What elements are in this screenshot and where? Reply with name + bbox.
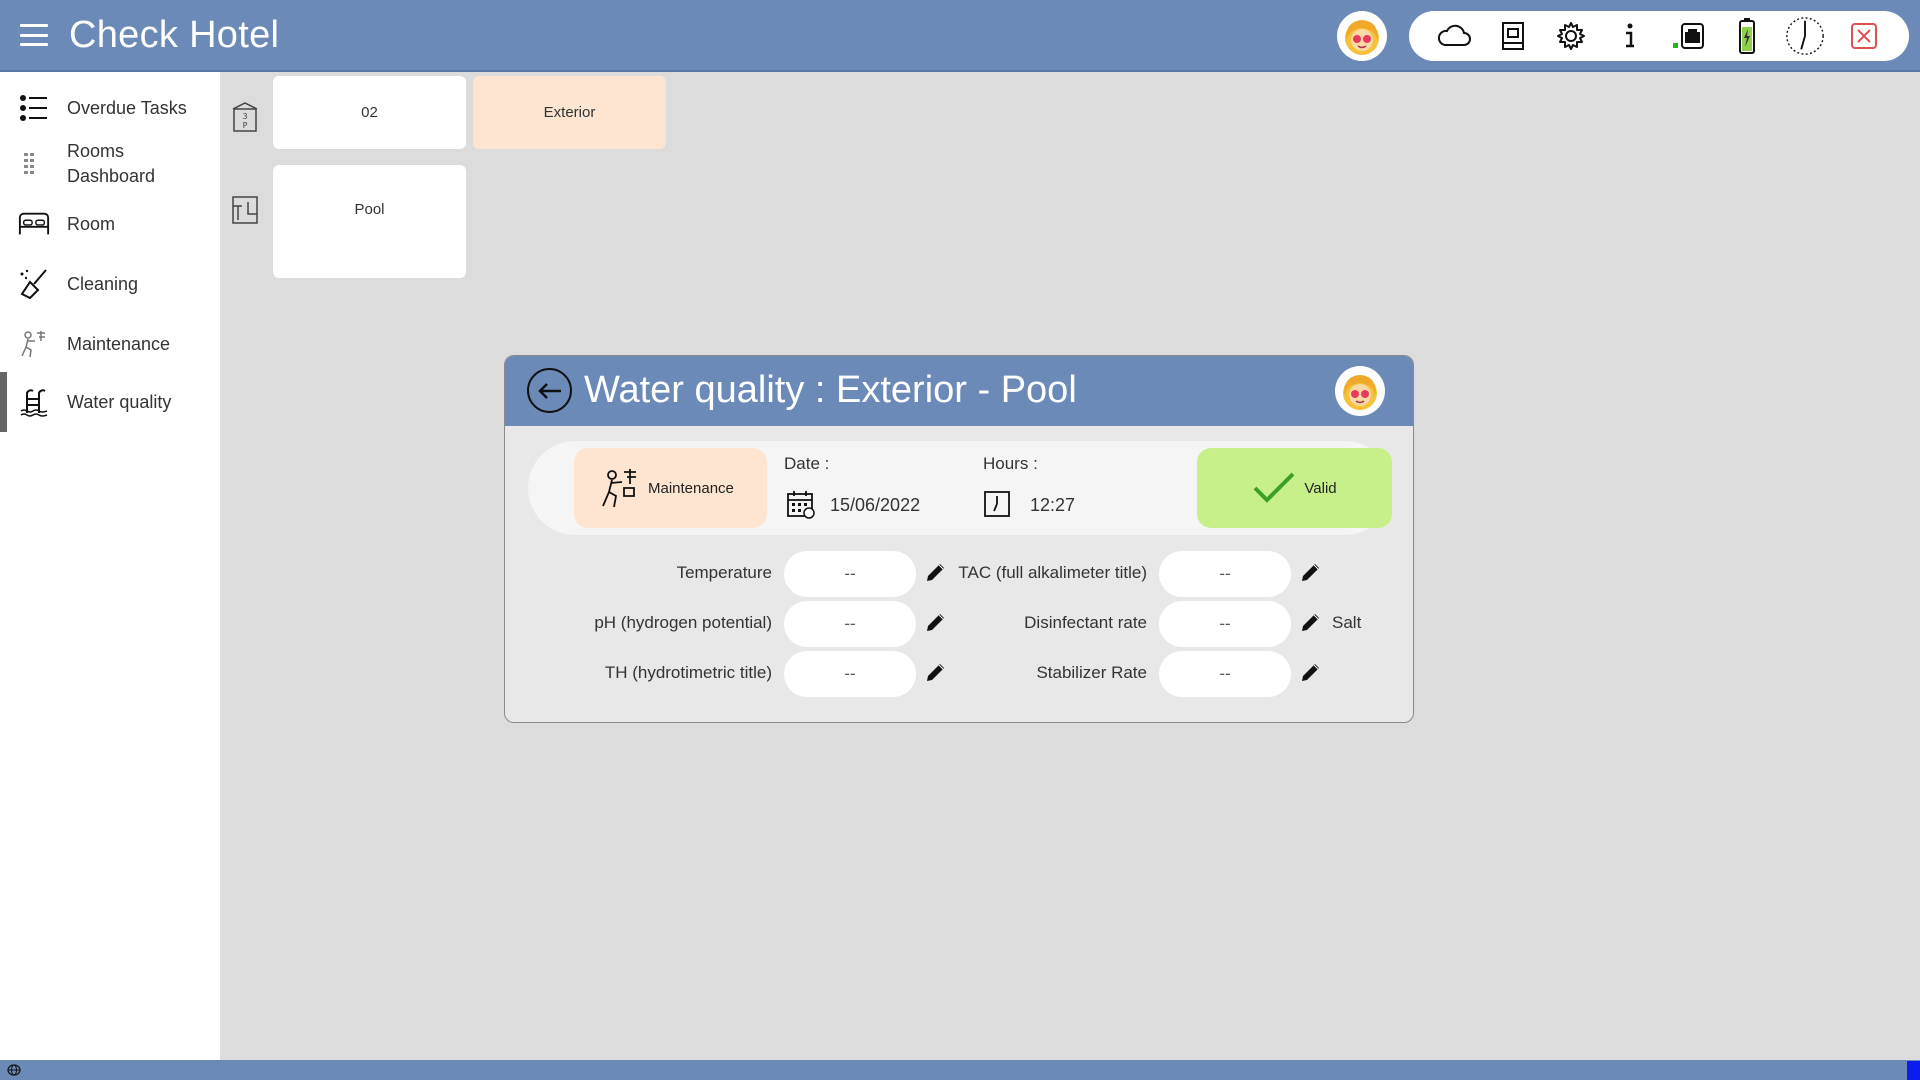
info-icon[interactable] <box>1609 15 1651 57</box>
stabilizer-rate-label: Stabilizer Rate <box>1036 663 1147 682</box>
pool-ladder-icon <box>18 386 50 418</box>
close-icon[interactable] <box>1843 15 1885 57</box>
sidebar-item-label: Overdue Tasks <box>67 97 187 118</box>
broom-icon <box>18 268 50 300</box>
zone-card[interactable]: Exterior <box>473 76 666 149</box>
battery-icon <box>1726 15 1768 57</box>
sidebar-item-label: Water quality <box>67 391 172 412</box>
user-avatar[interactable] <box>1337 11 1387 61</box>
tac-field[interactable] <box>1159 551 1291 597</box>
maintenance-icon <box>602 469 636 508</box>
sidebar-item-maintenance[interactable]: Maintenance <box>0 324 220 364</box>
tac-label: TAC (full alkalimeter title) <box>958 563 1147 582</box>
temperature-label: Temperature <box>676 563 772 582</box>
date-value: 15/06/2022 <box>830 495 921 515</box>
time-icon[interactable] <box>982 489 1012 519</box>
sidebar-item-room[interactable]: Room <box>0 204 220 244</box>
hours-value: 12:27 <box>1030 495 1076 515</box>
svg-text:P: P <box>243 121 248 130</box>
edit-tac-pencil-icon[interactable] <box>1300 561 1322 583</box>
sidebar-item-label: Cleaning <box>67 273 139 294</box>
th-label: TH (hydrotimetric title) <box>604 663 772 682</box>
valid-label: Valid <box>1304 479 1337 497</box>
maintenance-button[interactable]: Maintenance <box>574 448 767 528</box>
sidebar-item-water-quality[interactable]: Water quality <box>0 372 220 432</box>
hamburger-menu-icon[interactable] <box>20 24 48 46</box>
maintenance-icon <box>18 328 50 360</box>
floor-card[interactable]: 02 <box>273 76 466 149</box>
clock-icon <box>1784 15 1826 57</box>
edit-disinfectant-pencil-icon[interactable] <box>1300 611 1322 633</box>
date-label: Date : <box>784 454 830 473</box>
ph-label: pH (hydrogen potential) <box>594 613 772 632</box>
sidebar-item-cleaning[interactable]: Cleaning <box>0 264 220 304</box>
check-icon <box>1253 472 1295 503</box>
sidebar-item-label: Rooms Dashboard <box>67 141 156 186</box>
calendar-icon[interactable] <box>786 489 816 519</box>
stabilizer-rate-field[interactable] <box>1159 651 1291 697</box>
edit-stabilizer-pencil-icon[interactable] <box>1300 661 1322 683</box>
sidebar-item-overdue-tasks[interactable]: Overdue Tasks <box>0 88 220 128</box>
temperature-field[interactable] <box>784 551 916 597</box>
ph-field[interactable] <box>784 601 916 647</box>
sidebar-item-rooms-dashboard[interactable]: Rooms Dashboard <box>0 136 220 192</box>
place-card[interactable]: Pool <box>273 165 466 278</box>
disinfectant-rate-label: Disinfectant rate <box>1024 613 1147 632</box>
info-bar: Maintenance Date : 15/06/2022 Hours : 12… <box>528 441 1392 535</box>
back-arrow-icon[interactable] <box>527 368 572 413</box>
bed-icon <box>18 208 50 240</box>
disinfectant-unit: Salt <box>1332 613 1362 632</box>
task-list-icon <box>18 92 50 124</box>
status-globe-icon <box>7 1064 21 1076</box>
sidebar: Overdue Tasks Rooms Dashboard Room Clean… <box>0 72 220 1060</box>
app-title: Check Hotel <box>69 14 280 56</box>
status-indicator <box>1907 1061 1920 1080</box>
toolbar <box>1409 11 1909 61</box>
water-quality-dialog: Water quality : Exterior - Pool Maintena… <box>504 355 1414 723</box>
valid-button[interactable]: Valid <box>1197 448 1392 528</box>
rooms-dashboard-icon <box>18 148 50 180</box>
place-icon <box>230 194 260 226</box>
sidebar-item-label: Maintenance <box>67 333 171 354</box>
cloud-icon[interactable] <box>1433 15 1475 57</box>
app-header: Check Hotel <box>0 0 1920 72</box>
dialog-title: Water quality : Exterior - Pool <box>584 369 1077 411</box>
sidebar-item-label: Room <box>67 213 116 234</box>
floor-building-icon: 3P <box>230 101 260 133</box>
document-icon[interactable] <box>1492 15 1534 57</box>
dialog-header: Water quality : Exterior - Pool <box>505 356 1413 426</box>
dialog-avatar <box>1335 366 1385 416</box>
th-field[interactable] <box>784 651 916 697</box>
hours-label: Hours : <box>983 454 1038 473</box>
disinfectant-rate-field[interactable] <box>1159 601 1291 647</box>
network-icon <box>1667 15 1709 57</box>
svg-text:3: 3 <box>242 112 247 121</box>
status-bar <box>0 1060 1920 1080</box>
maintenance-label: Maintenance <box>648 479 734 497</box>
gear-icon[interactable] <box>1550 15 1592 57</box>
